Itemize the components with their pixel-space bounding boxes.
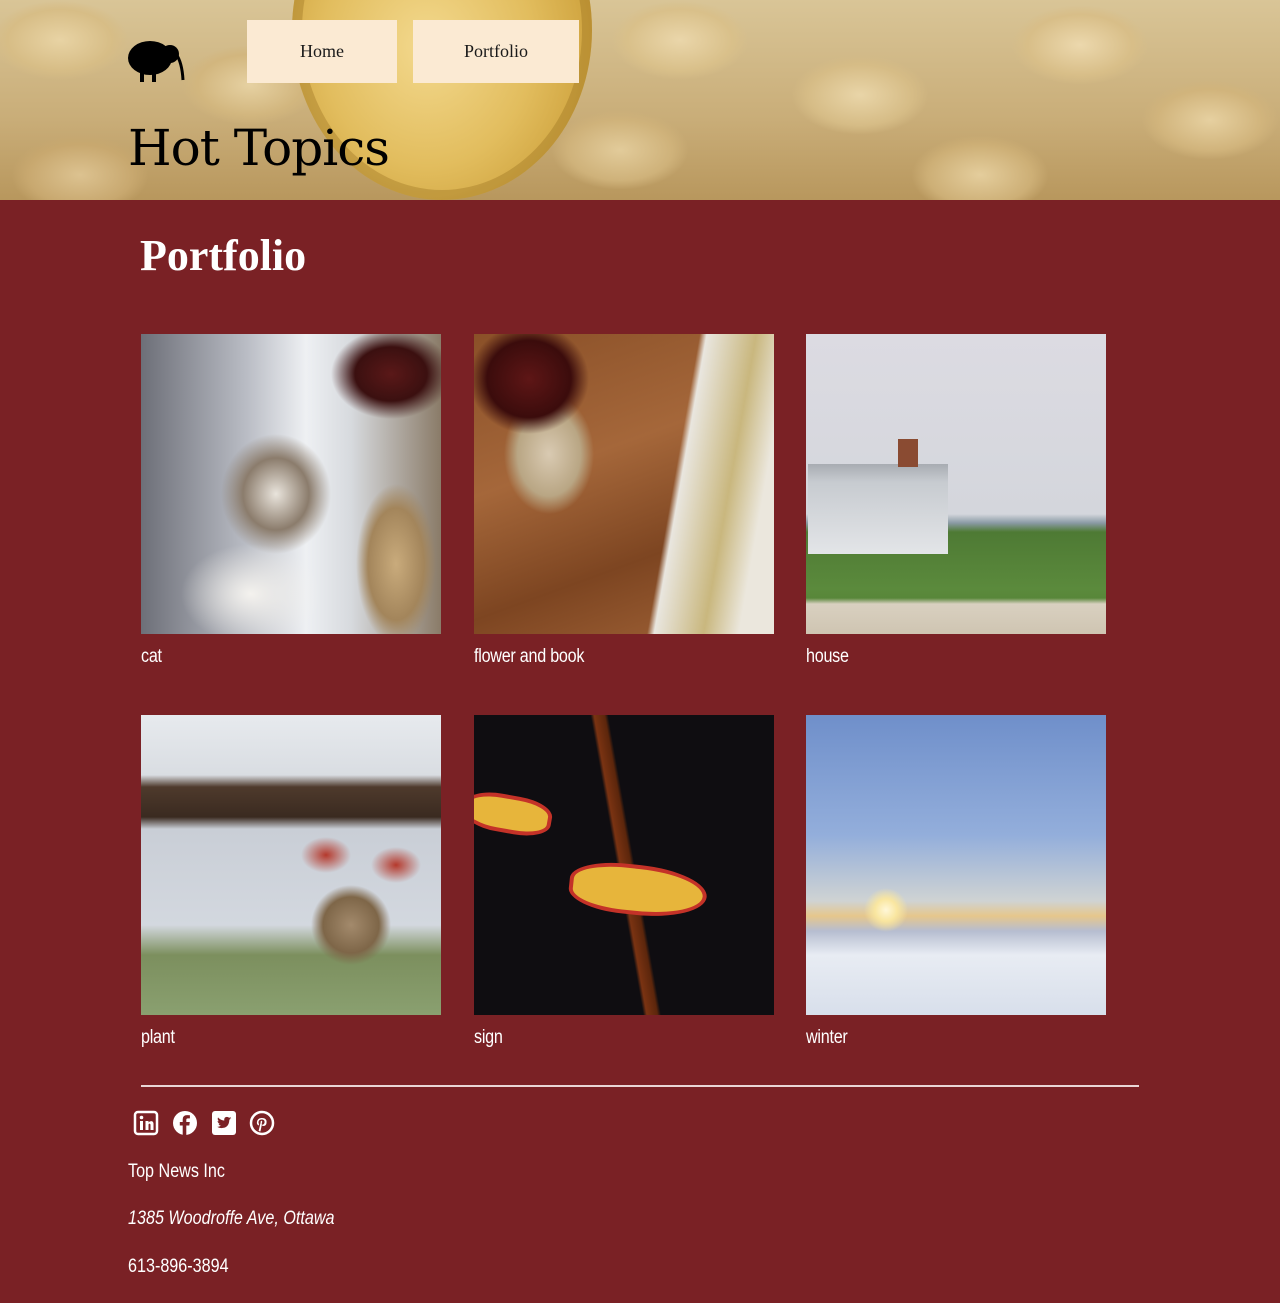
gallery-item-house[interactable]: house xyxy=(806,334,1106,668)
gallery-caption: sign xyxy=(474,1027,503,1048)
twitter-icon[interactable] xyxy=(211,1110,237,1136)
site-header: Home Portfolio Hot Topics xyxy=(0,0,1280,200)
gallery-caption: cat xyxy=(141,646,162,667)
pinterest-icon[interactable] xyxy=(249,1110,275,1136)
footer-company-name: Top News Inc xyxy=(128,1161,225,1182)
gallery-caption: winter xyxy=(806,1027,848,1048)
footer-phone: 613-896-3894 xyxy=(128,1256,229,1277)
kiwi-bird-icon[interactable] xyxy=(126,36,186,84)
gallery-item-cat[interactable]: cat xyxy=(141,334,441,668)
gallery-item-sign[interactable]: sign xyxy=(474,715,774,1049)
gallery-image-winter[interactable] xyxy=(806,715,1106,1015)
gallery-item-winter[interactable]: winter xyxy=(806,715,1106,1049)
page-title: Portfolio xyxy=(140,231,307,280)
gallery-image-plant[interactable] xyxy=(141,715,441,1015)
gallery-image-house[interactable] xyxy=(806,334,1106,634)
gallery-item-flower-and-book[interactable]: flower and book xyxy=(474,334,774,668)
gallery-caption: flower and book xyxy=(474,646,585,667)
gallery-image-sign[interactable] xyxy=(474,715,774,1015)
gallery-image-cat[interactable] xyxy=(141,334,441,634)
site-title: Hot Topics xyxy=(128,119,390,177)
facebook-icon[interactable] xyxy=(172,1110,198,1136)
gallery-item-plant[interactable]: plant xyxy=(141,715,441,1049)
nav-home-button[interactable]: Home xyxy=(247,20,397,83)
linkedin-icon[interactable] xyxy=(133,1110,159,1136)
nav-portfolio-button[interactable]: Portfolio xyxy=(413,20,579,83)
gallery-caption: house xyxy=(806,646,849,667)
footer-divider xyxy=(141,1085,1139,1087)
footer-address: 1385 Woodroffe Ave, Ottawa xyxy=(128,1208,335,1229)
gallery-caption: plant xyxy=(141,1027,175,1048)
gallery-image-flower-and-book[interactable] xyxy=(474,334,774,634)
